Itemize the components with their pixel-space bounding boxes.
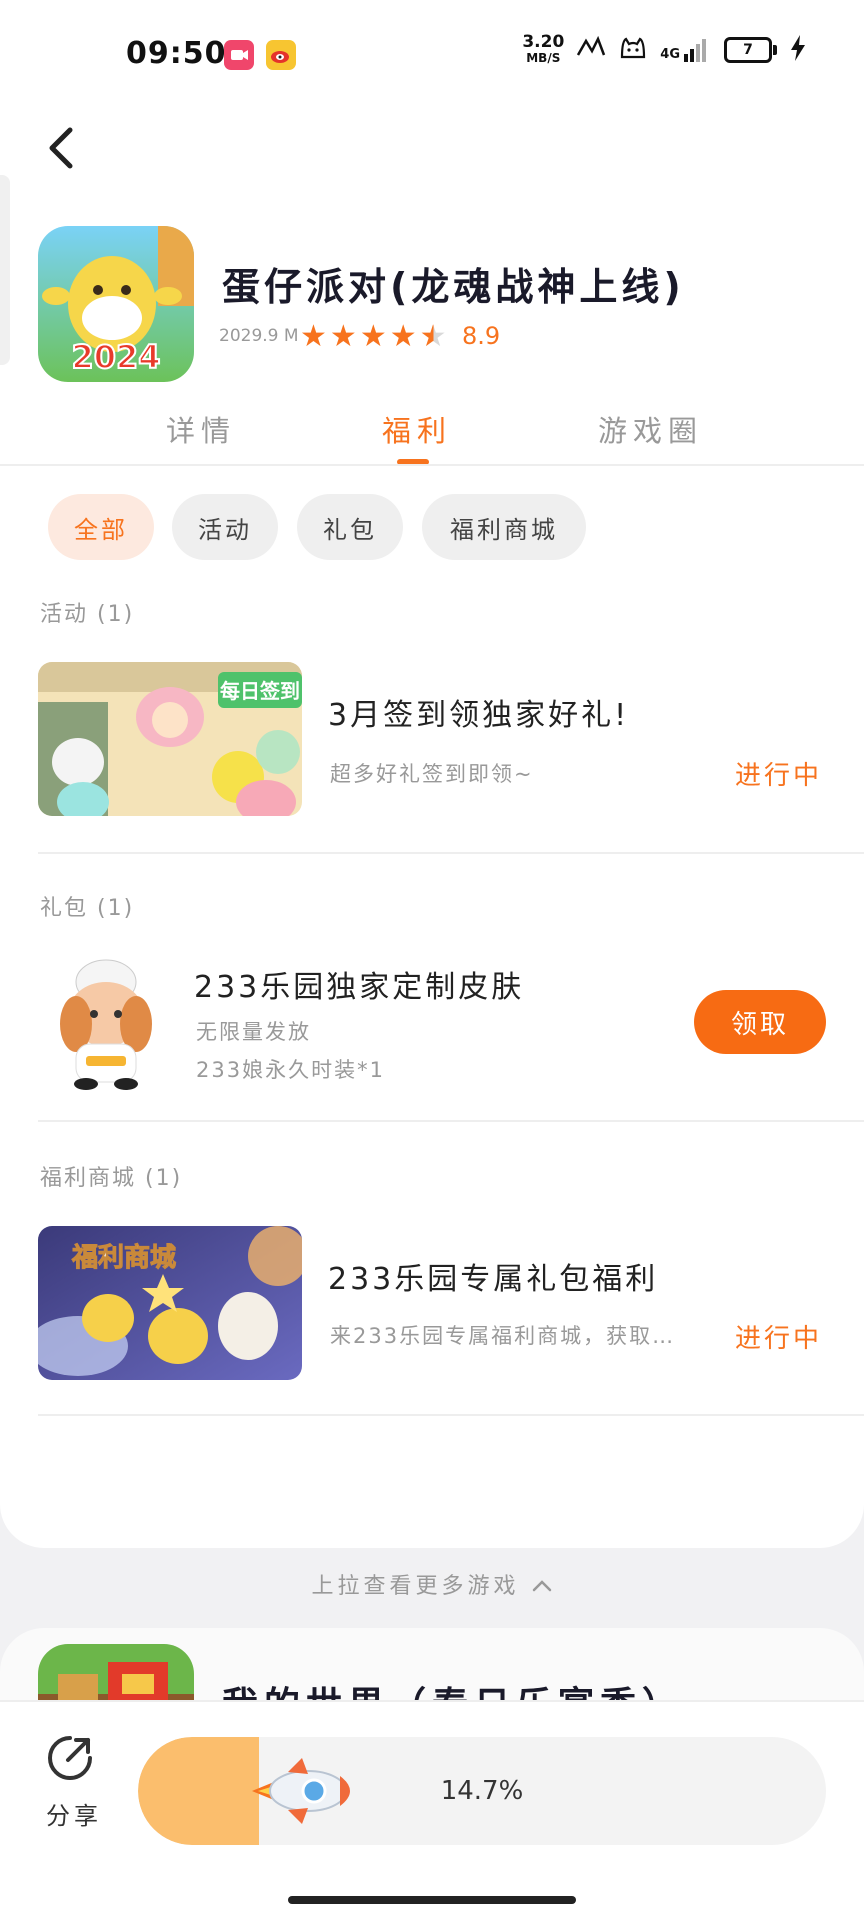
activity-thumbnail[interactable]: 每日签到 — [38, 662, 302, 816]
signal-icon: 4G — [660, 38, 712, 62]
back-arrow-icon — [49, 127, 73, 169]
weibo-icon — [266, 40, 296, 70]
back-button[interactable] — [40, 120, 84, 176]
share-icon — [48, 1736, 92, 1780]
svg-text:2024: 2024 — [71, 338, 160, 376]
mall-status: 进行中 — [734, 1324, 822, 1354]
chip-gift[interactable]: 礼包 — [297, 494, 403, 560]
rating-score: 8.9 — [462, 322, 501, 350]
tab-game-circle[interactable]: 游戏圈 — [598, 408, 703, 450]
clock: 09:50 — [126, 36, 227, 71]
divider — [38, 852, 864, 854]
gift-title: 233乐园独家定制皮肤 — [194, 970, 525, 1005]
chip-all[interactable]: 全部 — [48, 494, 154, 560]
svg-text:每日签到: 每日签到 — [220, 679, 300, 703]
status-icons: 3.20 MB/S 4G 7 — [522, 34, 806, 66]
home-indicator — [288, 1896, 576, 1904]
star-icon: ★ — [329, 319, 357, 354]
tab-details[interactable]: 详情 — [166, 408, 236, 450]
star-icon: ★ — [389, 319, 417, 354]
edge-handle — [0, 175, 10, 365]
game-icon: 2024 — [38, 226, 194, 382]
divider — [0, 464, 864, 466]
share-label: 分享 — [46, 1802, 102, 1830]
tab-benefits[interactable]: 福利 — [382, 408, 452, 450]
download-progress-button[interactable]: 14.7% — [138, 1737, 826, 1845]
progress-text: 14.7% — [440, 1776, 524, 1806]
star-icon: ★ — [359, 319, 387, 354]
game-size: 2029.9 M — [219, 326, 299, 346]
mall-thumbnail[interactable]: 福利商城 — [38, 1226, 302, 1380]
section-header-gift: 礼包 (1) — [40, 896, 135, 921]
chevron-up-icon — [531, 1574, 553, 1599]
charging-icon — [790, 34, 806, 66]
claim-button[interactable]: 领取 — [694, 990, 826, 1054]
chip-activity[interactable]: 活动 — [172, 494, 278, 560]
screen-recorder-icon — [224, 40, 254, 70]
gift-quantity: 无限量发放 — [196, 1020, 311, 1044]
network-speed: 3.20 MB/S — [522, 32, 565, 66]
section-header-mall: 福利商城 (1) — [40, 1166, 183, 1191]
gift-content: 233娘永久时装*1 — [196, 1058, 385, 1082]
status-bar: 09:50 3.20 MB/S 4G 7 — [0, 0, 864, 110]
cat-icon — [618, 35, 648, 66]
rocket-icon — [252, 1754, 362, 1828]
chip-mall[interactable]: 福利商城 — [422, 494, 586, 560]
share-button[interactable] — [44, 1732, 96, 1784]
game-title: 蛋仔派对(龙魂战神上线) — [222, 265, 685, 309]
mall-title[interactable]: 233乐园专属礼包福利 — [328, 1254, 658, 1298]
star-icon: ★ — [300, 319, 327, 354]
battery-icon: 7 — [724, 37, 777, 63]
activity-title[interactable]: 3月签到领独家好礼! — [328, 690, 629, 734]
svg-text:福利商城: 福利商城 — [71, 1242, 176, 1273]
rating-stars: ★ ★ ★ ★ ★ — [300, 320, 447, 354]
section-header-activity: 活动 (1) — [40, 602, 135, 627]
activity-icon — [576, 35, 606, 66]
gift-mascot-image — [46, 952, 166, 1092]
activity-status: 进行中 — [734, 761, 822, 791]
pull-up-hint: 上拉查看更多游戏 — [0, 1568, 864, 1600]
divider — [38, 1120, 864, 1122]
divider — [38, 1414, 864, 1416]
activity-subtitle: 超多好礼签到即领~ — [330, 762, 534, 786]
mall-subtitle: 来233乐园专属福利商城，获取… — [330, 1324, 676, 1348]
half-star-icon: ★ — [419, 319, 447, 354]
